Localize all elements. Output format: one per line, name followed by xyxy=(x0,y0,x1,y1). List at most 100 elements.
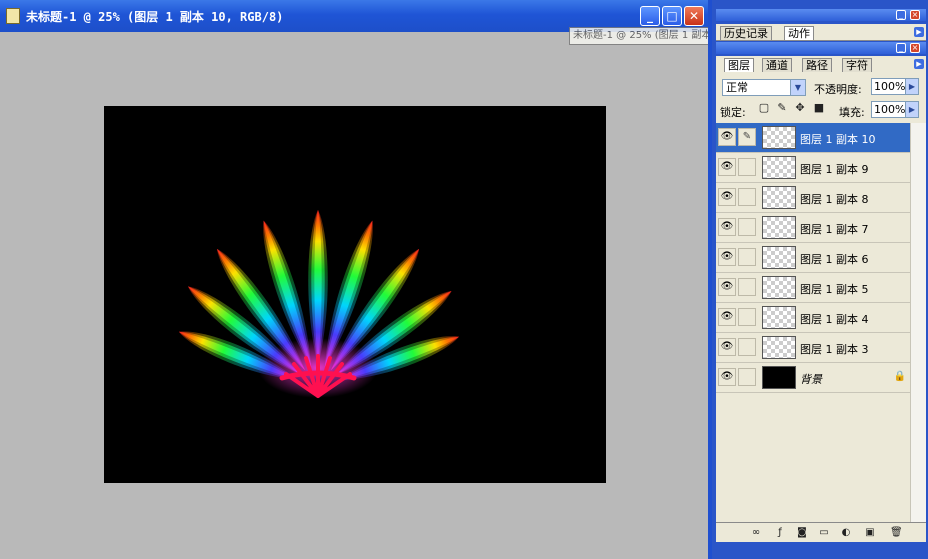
link-slot[interactable] xyxy=(738,158,756,176)
eye-icon[interactable]: 👁 xyxy=(718,128,736,146)
panel-close-icon[interactable]: × xyxy=(910,10,920,20)
layer-thumbnail xyxy=(762,306,796,329)
trash-icon[interactable]: 🗑 xyxy=(890,527,903,539)
layer-row[interactable]: 👁 图层 1 副本 8 xyxy=(716,183,910,213)
fill-value: 100% xyxy=(874,103,906,116)
layer-thumbnail xyxy=(762,126,796,149)
fill-input[interactable]: 100% ▶ xyxy=(871,101,919,118)
layer-name: 图层 1 副本 5 xyxy=(800,283,869,296)
eye-icon[interactable]: 👁 xyxy=(718,278,736,296)
opacity-input[interactable]: 100% ▶ xyxy=(871,78,919,95)
eye-icon[interactable]: 👁 xyxy=(718,188,736,206)
tab-layers[interactable]: 图层 xyxy=(724,58,754,72)
panel-menu-icon[interactable]: ▶ xyxy=(914,27,924,37)
layers-panel-tabs: 图层 通道 路径 字符 ▶ xyxy=(716,56,926,74)
eye-icon[interactable]: 👁 xyxy=(718,218,736,236)
maximize-icon: □ xyxy=(666,9,678,23)
layer-thumbnail xyxy=(762,336,796,359)
layer-name: 图层 1 副本 6 xyxy=(800,253,869,266)
tab-paths[interactable]: 路径 xyxy=(802,58,832,72)
link-slot[interactable] xyxy=(738,278,756,296)
layer-row[interactable]: 👁 图层 1 副本 4 xyxy=(716,303,910,333)
layer-thumbnail xyxy=(762,186,796,209)
peacock-fan-artwork xyxy=(178,210,459,398)
layer-row[interactable]: 👁 背景 🔒 xyxy=(716,363,910,393)
new-layer-icon[interactable]: ▣ xyxy=(864,527,876,539)
opacity-slider-arrow-icon[interactable]: ▶ xyxy=(905,79,918,94)
layer-row[interactable]: 👁 图层 1 副本 6 xyxy=(716,243,910,273)
layer-thumbnail xyxy=(762,156,796,179)
tab-channels[interactable]: 通道 xyxy=(762,58,792,72)
lock-label: 锁定: xyxy=(720,106,746,119)
minimize-button[interactable]: _ xyxy=(640,6,660,26)
eye-icon[interactable]: 👁 xyxy=(718,158,736,176)
eye-icon[interactable]: 👁 xyxy=(718,368,736,386)
layers-footer: ∞ ƒ ◙ ▭ ◐ ▣ 🗑 xyxy=(716,522,926,543)
tab-character[interactable]: 字符 xyxy=(842,58,872,72)
layer-row[interactable]: 👁 图层 1 副本 5 xyxy=(716,273,910,303)
panel-menu-icon[interactable]: ▶ xyxy=(914,59,924,69)
tab-actions[interactable]: 动作 xyxy=(784,26,814,40)
layer-row[interactable]: 👁 ✎ 图层 1 副本 10 xyxy=(716,123,910,153)
lock-icon: 🔒 xyxy=(893,371,906,382)
layer-thumbnail xyxy=(762,246,796,269)
layer-row[interactable]: 👁 图层 1 副本 9 xyxy=(716,153,910,183)
layer-name: 图层 1 副本 9 xyxy=(800,163,869,176)
document-icon xyxy=(6,8,20,24)
layers-scrollbar[interactable] xyxy=(910,123,926,522)
tab-history[interactable]: 历史记录 xyxy=(720,26,772,40)
minimize-icon: _ xyxy=(647,9,653,23)
panel-dock-bottom xyxy=(716,542,926,559)
chevron-down-icon[interactable]: ▼ xyxy=(790,80,805,95)
history-panel-header[interactable]: _ × xyxy=(716,9,926,21)
layer-name: 图层 1 副本 4 xyxy=(800,313,869,326)
lock-all-icon[interactable]: ■ xyxy=(813,102,825,114)
eye-icon[interactable]: 👁 xyxy=(718,308,736,326)
panel-minimize-icon[interactable]: _ xyxy=(896,10,906,20)
lock-position-icon[interactable]: ✥ xyxy=(794,102,806,114)
link-slot[interactable] xyxy=(738,368,756,386)
link-slot[interactable] xyxy=(738,308,756,326)
layer-thumbnail xyxy=(762,216,796,239)
layer-name: 图层 1 副本 8 xyxy=(800,193,869,206)
layer-name: 图层 1 副本 7 xyxy=(800,223,869,236)
lock-pixels-icon[interactable]: ✎ xyxy=(776,102,788,114)
fill-label: 填充: xyxy=(839,106,865,119)
image-canvas[interactable] xyxy=(104,106,606,483)
layers-panel: 正常 ▼ 不透明度: 100% ▶ 锁定: ▢ ✎ ✥ ■ 填充: 100% ▶… xyxy=(716,73,926,522)
layer-name: 背景 xyxy=(800,373,822,386)
new-group-icon[interactable]: ▭ xyxy=(818,527,830,539)
brush-icon[interactable]: ✎ xyxy=(738,128,756,146)
maximize-button[interactable]: □ xyxy=(662,6,682,26)
blend-mode-select[interactable]: 正常 ▼ xyxy=(722,79,806,96)
link-slot[interactable] xyxy=(738,338,756,356)
layer-thumbnail xyxy=(762,276,796,299)
layer-name: 图层 1 副本 3 xyxy=(800,343,869,356)
layer-row[interactable]: 👁 图层 1 副本 7 xyxy=(716,213,910,243)
link-slot[interactable] xyxy=(738,218,756,236)
panel-close-icon[interactable]: × xyxy=(910,43,920,53)
layer-style-icon[interactable]: ƒ xyxy=(774,527,786,539)
layer-row[interactable]: 👁 图层 1 副本 3 xyxy=(716,333,910,363)
adjustment-layer-icon[interactable]: ◐ xyxy=(840,527,852,539)
layer-name: 图层 1 副本 10 xyxy=(800,133,876,146)
close-icon: ✕ xyxy=(688,9,700,23)
opacity-label: 不透明度: xyxy=(814,83,862,96)
document-title: 未标题-1 @ 25% (图层 1 副本 10, RGB/8) xyxy=(26,10,284,24)
eye-icon[interactable]: 👁 xyxy=(718,338,736,356)
layer-mask-icon[interactable]: ◙ xyxy=(796,527,808,539)
lock-transparency-icon[interactable]: ▢ xyxy=(758,102,770,114)
link-slot[interactable] xyxy=(738,188,756,206)
link-slot[interactable] xyxy=(738,248,756,266)
document-window: 未标题-1 @ 25% (图层 1 副本 10, RGB/8) _ □ ✕ 未标… xyxy=(0,0,773,559)
panel-minimize-icon[interactable]: _ xyxy=(896,43,906,53)
layers-panel-header[interactable]: _ × xyxy=(716,42,926,54)
history-panel-tabs: 历史记录 动作 ▶ xyxy=(716,24,926,41)
close-button[interactable]: ✕ xyxy=(684,6,704,26)
blend-mode-value: 正常 xyxy=(726,81,748,94)
link-layers-icon[interactable]: ∞ xyxy=(750,527,762,539)
eye-icon[interactable]: 👁 xyxy=(718,248,736,266)
fill-slider-arrow-icon[interactable]: ▶ xyxy=(905,102,918,117)
opacity-value: 100% xyxy=(874,80,906,93)
layer-thumbnail xyxy=(762,366,796,389)
